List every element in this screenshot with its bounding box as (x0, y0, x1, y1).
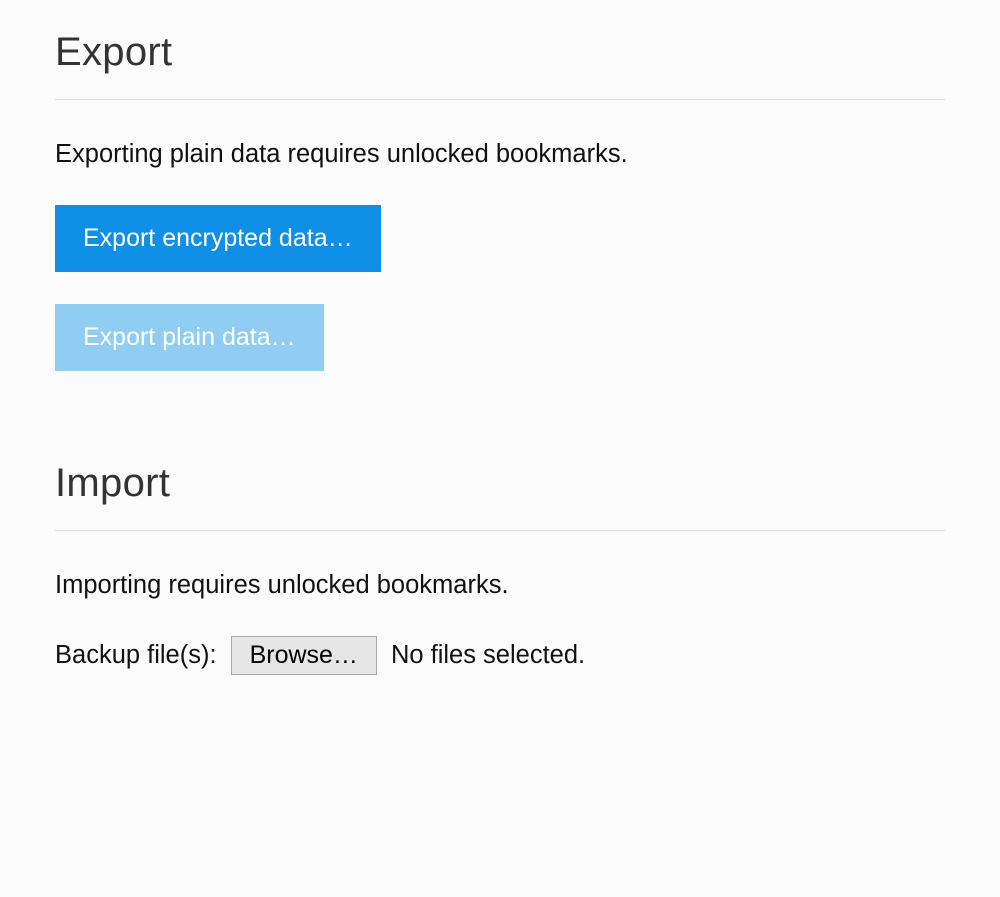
backup-file-label: Backup file(s): (55, 641, 217, 670)
export-button-group: Export encrypted data… Export plain data… (55, 205, 945, 371)
export-description: Exporting plain data requires unlocked b… (55, 140, 945, 169)
import-description: Importing requires unlocked bookmarks. (55, 571, 945, 600)
export-heading: Export (55, 30, 945, 75)
browse-button[interactable]: Browse… (231, 636, 377, 675)
file-status-text: No files selected. (391, 641, 585, 670)
import-heading: Import (55, 461, 945, 506)
backup-file-row: Backup file(s): Browse… No files selecte… (55, 636, 945, 675)
export-encrypted-button[interactable]: Export encrypted data… (55, 205, 381, 272)
import-divider (55, 530, 945, 531)
export-divider (55, 99, 945, 100)
export-plain-button[interactable]: Export plain data… (55, 304, 324, 371)
